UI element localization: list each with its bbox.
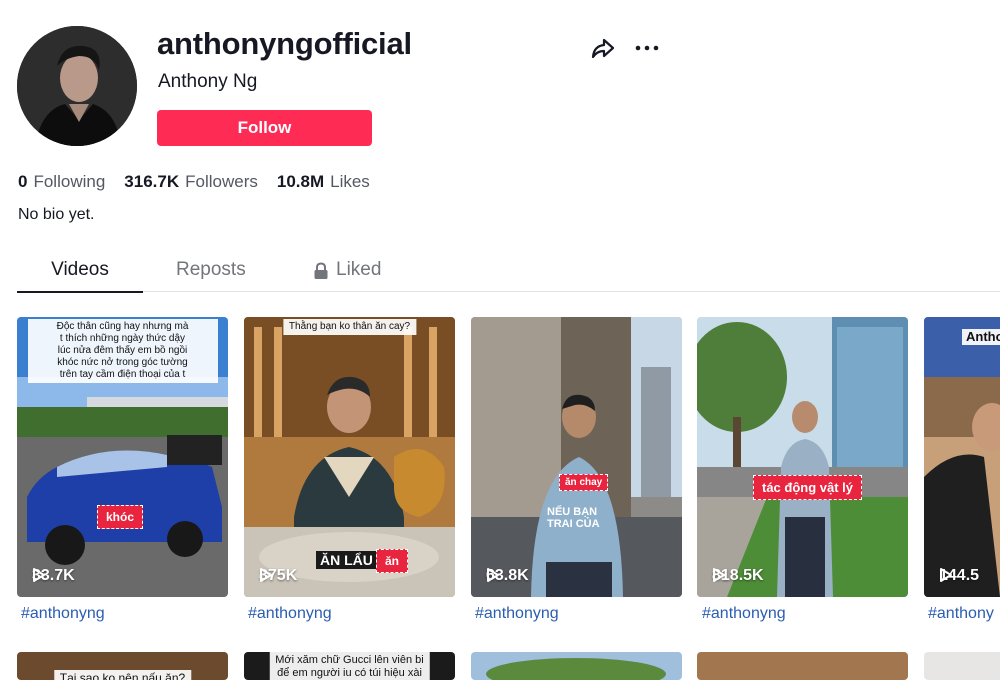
profile-bio: No bio yet. [18, 206, 95, 223]
video-card[interactable]: tác động vật lý 818.5K [697, 317, 908, 597]
video-card[interactable]: Độc thân cũng hay nhưng mà t thích những… [17, 317, 228, 597]
tab-active-indicator [17, 291, 143, 293]
video-caption[interactable]: #anthonyng [475, 605, 559, 623]
avatar-image [17, 26, 137, 146]
play-icon [940, 568, 952, 582]
stat-value: 0 [18, 172, 28, 191]
video-sticker: tác động vật lý [753, 475, 863, 500]
tab-label: Reposts [176, 259, 246, 280]
video-subtitle: ĂN LẨU [316, 551, 377, 569]
profile-page: anthonyngofficial Anthony Ng Follow 0 Fo… [0, 0, 1000, 680]
overlay-line: trên tay cầm điện thoại của t [59, 369, 186, 380]
stat-following[interactable]: 0 Following [18, 172, 105, 192]
video-card[interactable]: Mới xăm chữ Gucci lên viên bi để em ngườ… [244, 652, 455, 680]
stat-label: Followers [185, 172, 258, 191]
video-overlay-text: Tại sao ko nên nấu ăn? [53, 670, 192, 680]
stat-value: 10.8M [276, 172, 325, 191]
video-card[interactable] [924, 652, 1000, 680]
stat-followers[interactable]: 316.7K Followers [124, 172, 258, 192]
video-caption[interactable]: #anthonyng [702, 605, 786, 623]
avatar[interactable] [17, 26, 137, 146]
video-subtitle: NẾU BẠN TRAI CỦA [547, 506, 600, 530]
video-overlay-text: Độc thân cũng hay nhưng mà t thích những… [27, 319, 218, 383]
video-card[interactable] [471, 652, 682, 680]
profile-tabs: Videos Reposts Liked [17, 248, 1000, 293]
video-thumbnail [471, 652, 682, 680]
play-icon [260, 568, 272, 582]
video-overlay-text: Mới xăm chữ Gucci lên viên bi để em ngườ… [269, 652, 430, 680]
video-card[interactable]: Antho 144.5 [924, 317, 1000, 597]
share-icon[interactable] [590, 35, 616, 61]
video-views: 144.5 [939, 567, 979, 585]
video-thumbnail [924, 652, 1000, 680]
stat-likes: 10.8M Likes [277, 172, 370, 192]
stat-label: Likes [330, 172, 370, 191]
video-views: 63.8K [486, 567, 529, 585]
video-card[interactable]: Tại sao ko nên nấu ăn? [17, 652, 228, 680]
tab-label: Liked [336, 259, 382, 280]
play-icon [487, 568, 499, 582]
video-sticker: ăn [376, 549, 409, 573]
tab-videos[interactable]: Videos [17, 248, 143, 293]
video-thumbnail [697, 652, 908, 680]
video-caption[interactable]: #anthonyng [21, 605, 105, 623]
video-sticker: khóc [97, 505, 144, 529]
video-caption[interactable]: #anthonyng [248, 605, 332, 623]
video-thumbnail [697, 317, 908, 597]
video-caption[interactable]: #anthony [928, 605, 994, 623]
video-card[interactable] [697, 652, 908, 680]
overlay-line: Mới xăm chữ Gucci lên viên bi [275, 654, 424, 666]
play-icon [713, 568, 725, 582]
tab-liked[interactable]: Liked [313, 248, 381, 292]
overlay-line: để em người iu có túi hiệu xài [277, 667, 422, 679]
video-card[interactable]: ăn chay NẾU BẠN TRAI CỦA 63.8K [471, 317, 682, 597]
stat-label: Following [33, 172, 106, 191]
video-views: 33.7K [32, 567, 75, 585]
profile-nickname: Anthony Ng [158, 71, 258, 92]
play-icon [33, 568, 45, 582]
video-views: 375K [259, 567, 297, 585]
overlay-line: Độc thân cũng hay nhưng mà [56, 321, 189, 332]
overlay-line: lúc nửa đêm thấy em bồ ngồi [57, 345, 188, 356]
video-sticker: ăn chay [559, 474, 609, 491]
tab-label: Videos [51, 259, 109, 280]
more-icon[interactable] [634, 35, 660, 61]
overlay-line: t thích những ngày thức dậy [59, 333, 186, 344]
video-views: 818.5K [712, 567, 764, 585]
tab-reposts[interactable]: Reposts [176, 248, 246, 292]
video-thumbnail [924, 317, 1000, 597]
lock-icon [314, 262, 328, 279]
overlay-line: khóc nức nở trong góc tường [57, 357, 188, 368]
video-overlay-text: Thằng bạn ko thân ăn cay? [282, 319, 417, 335]
video-overlay-text: Antho [962, 329, 1000, 345]
follow-button[interactable]: Follow [157, 110, 372, 146]
stat-value: 316.7K [124, 172, 180, 191]
video-card[interactable]: Thằng bạn ko thân ăn cay? ĂN LẨU ăn 375K [244, 317, 455, 597]
profile-username: anthonyngofficial [157, 26, 412, 61]
video-thumbnail [471, 317, 682, 597]
profile-stats: 0 Following 316.7K Followers 10.8M Likes [18, 172, 370, 192]
